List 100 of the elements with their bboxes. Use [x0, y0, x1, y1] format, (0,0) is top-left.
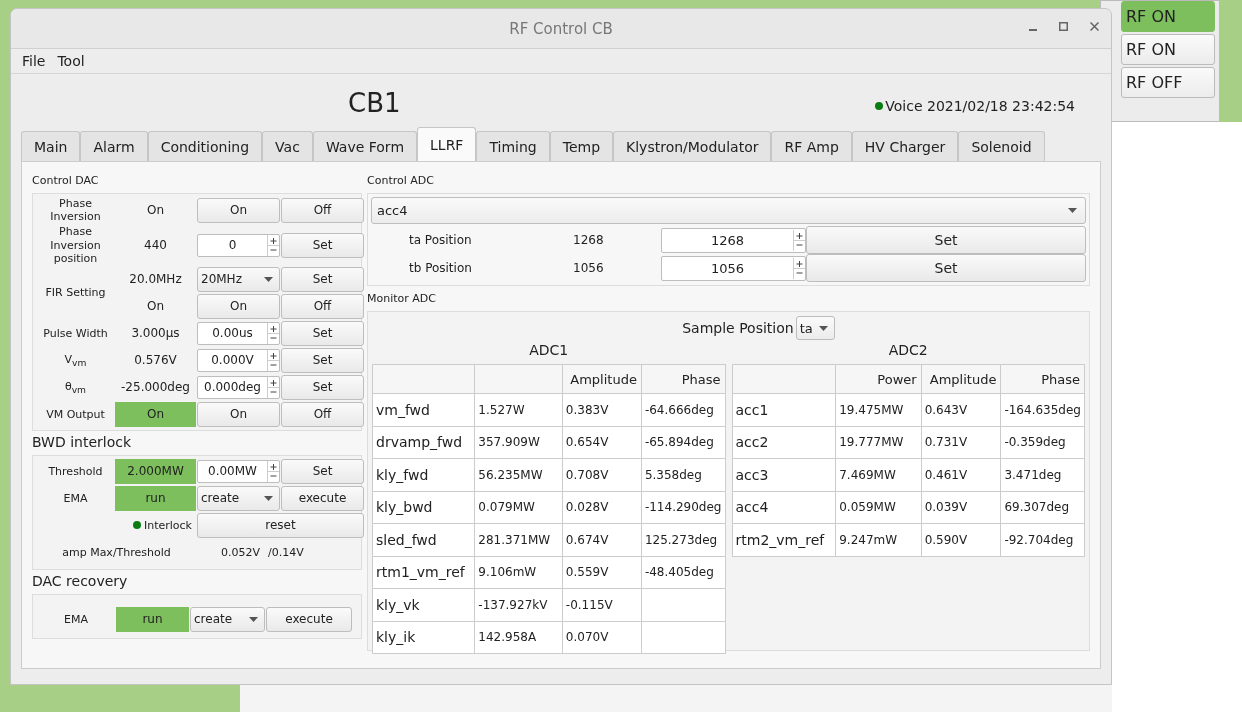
table-cell: kly_ik [372, 621, 475, 654]
rf-button[interactable]: RF ON [1121, 1, 1215, 32]
table-cell: 9.106mW [474, 556, 563, 589]
page-title: CB1 [348, 88, 401, 118]
stepper-icon [267, 376, 279, 398]
table-cell: acc3 [732, 458, 836, 491]
tab[interactable]: Vac [262, 131, 313, 161]
action-button[interactable]: Set [281, 266, 364, 292]
toggle-button[interactable]: Off [281, 293, 364, 319]
table-cell: 0.590V [921, 523, 1001, 556]
field-label: ta Position [408, 233, 473, 247]
dropdown[interactable]: create [197, 485, 280, 511]
spin-field[interactable]: 0.000V [197, 348, 280, 372]
tab[interactable]: HV Charger [851, 131, 959, 161]
reading-value: 3.000µs [130, 325, 181, 343]
field-label: Pulse Width [42, 326, 109, 341]
toggle-button[interactable]: Off [281, 197, 364, 223]
table-cell: vm_fwd [372, 393, 475, 426]
table-cell: 0.039V [921, 491, 1001, 524]
table-cell: 0.731V [921, 426, 1001, 459]
dropdown[interactable]: acc4 [371, 197, 1086, 224]
stepper-icon [793, 257, 805, 279]
dropdown[interactable]: create [190, 606, 265, 632]
spin-field[interactable]: 1056 [661, 255, 806, 281]
table-cell: 69.307deg [1000, 491, 1085, 524]
table-cell: 19.777MW [835, 426, 922, 459]
caret-icon [264, 495, 273, 501]
set-button[interactable]: Set [281, 347, 364, 373]
spin-field[interactable]: 0.000deg [197, 375, 280, 399]
dropdown[interactable]: ta [795, 316, 835, 340]
reading-value: run [116, 606, 189, 632]
toggle-button[interactable]: On [197, 197, 280, 223]
field-label: EMA [63, 612, 89, 627]
table-cell: 5.358deg [641, 458, 725, 491]
tab[interactable]: Alarm [80, 131, 148, 161]
table-cell: 0.059MW [835, 491, 922, 524]
toggle-button[interactable]: Off [281, 401, 364, 427]
table-cell: kly_bwd [372, 491, 475, 524]
tab[interactable]: RF Amp [771, 131, 852, 161]
tab[interactable]: Temp [549, 131, 614, 161]
tab[interactable]: Klystron/Modulator [613, 131, 772, 161]
tab[interactable]: Solenoid [958, 131, 1045, 161]
rf-button[interactable]: RF ON [1121, 34, 1215, 65]
column-header: Power [835, 364, 922, 394]
spin-field[interactable]: 0 [197, 233, 280, 257]
tab[interactable]: LLRF [417, 127, 477, 161]
spin-field[interactable]: 0.00MW [197, 459, 280, 483]
readout-label: amp Max/Threshold [61, 545, 172, 562]
reading-value: -25.000deg [120, 379, 191, 397]
menu-item[interactable]: File [22, 53, 46, 69]
table-cell: -114.290deg [641, 491, 725, 524]
set-button[interactable]: Set [806, 254, 1086, 282]
table-cell: 0.028V [562, 491, 642, 524]
stepper-icon [267, 234, 279, 256]
table-cell: 0.461V [921, 458, 1001, 491]
set-button[interactable]: Set [806, 226, 1086, 254]
field-label: VM Output [45, 407, 106, 422]
column-header: Amplitude [921, 364, 1001, 394]
tab[interactable]: Timing [476, 131, 550, 161]
toggle-button[interactable]: On [197, 293, 280, 319]
table-cell: 357.909W [474, 426, 563, 459]
reading-value: On [115, 401, 196, 427]
table-cell: acc1 [732, 393, 836, 426]
readout-limit: /0.14V [268, 546, 304, 560]
table-cell: acc2 [732, 426, 836, 459]
group-title: Monitor ADC [367, 292, 437, 305]
tab[interactable]: Main [21, 131, 81, 161]
table-cell: sled_fwd [372, 523, 475, 556]
group-title: Control ADC [367, 174, 435, 187]
group-title: BWD interlock [32, 433, 133, 450]
reading-value: On [145, 298, 166, 316]
spin-field[interactable]: 1268 [661, 227, 806, 253]
table-cell: 0.643V [921, 393, 1001, 426]
field-label: Phase Inversion position [49, 225, 102, 265]
set-button[interactable]: Set [281, 374, 364, 400]
rf-button[interactable]: RF OFF [1121, 67, 1215, 98]
set-button[interactable]: Set [281, 232, 364, 258]
table-title: ADC1 [528, 342, 570, 360]
reading-value: 1056 [572, 261, 605, 275]
table-cell: 56.235MW [474, 458, 563, 491]
field-label: Threshold [47, 464, 104, 479]
table-title: ADC2 [887, 342, 929, 360]
toggle-button[interactable]: On [197, 401, 280, 427]
stepper-icon [267, 349, 279, 371]
menu-item[interactable]: Tool [57, 53, 85, 69]
action-button[interactable]: execute [281, 485, 364, 511]
table-cell: -48.405deg [641, 556, 725, 589]
reset-button[interactable]: reset [197, 512, 364, 538]
tab[interactable]: Wave Form [312, 131, 418, 161]
spin-field[interactable]: 0.00us [197, 321, 280, 345]
table-cell: kly_fwd [372, 458, 475, 491]
reading-value: 440 [143, 237, 168, 255]
table-cell: 0.674V [562, 523, 642, 556]
action-button[interactable]: execute [266, 606, 352, 632]
caret-icon [264, 276, 273, 282]
tab[interactable]: Conditioning [147, 131, 263, 161]
dropdown[interactable]: 20MHz [197, 266, 280, 292]
set-button[interactable]: Set [281, 320, 364, 346]
set-button[interactable]: Set [281, 458, 364, 484]
table-cell: -137.927kV [474, 588, 563, 621]
